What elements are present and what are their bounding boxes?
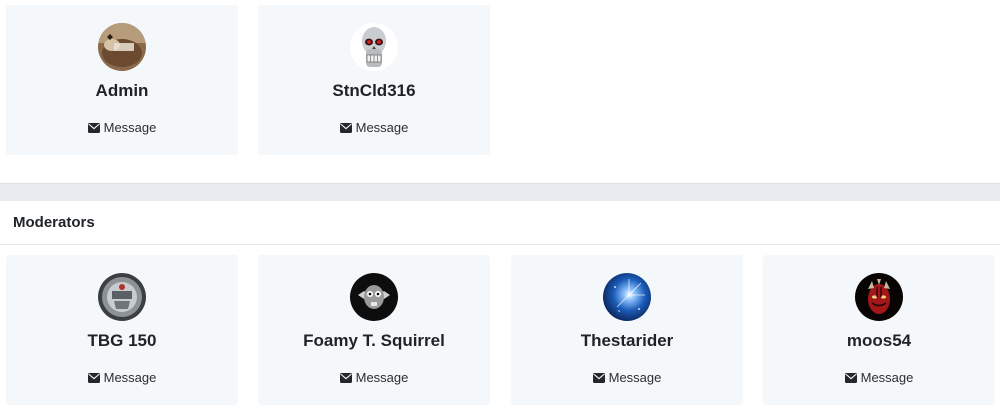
squirrel-avatar-icon bbox=[350, 273, 398, 321]
member-card-moos54: moos54 Message bbox=[763, 255, 995, 405]
member-card-admin: Admin Message bbox=[6, 5, 238, 155]
envelope-icon bbox=[592, 373, 605, 383]
section-divider bbox=[0, 183, 1000, 201]
username[interactable]: TBG 150 bbox=[6, 331, 238, 351]
avatar[interactable] bbox=[855, 273, 903, 321]
message-label: Message bbox=[860, 370, 914, 385]
message-button[interactable]: Message bbox=[511, 370, 743, 385]
avatar[interactable] bbox=[98, 273, 146, 321]
message-button[interactable]: Message bbox=[258, 120, 490, 135]
message-button[interactable]: Message bbox=[6, 120, 238, 135]
username[interactable]: StnCld316 bbox=[258, 81, 490, 101]
section-title: Moderators bbox=[13, 214, 95, 231]
member-card-stncld316: StnCld316 Message bbox=[258, 5, 490, 155]
message-button[interactable]: Message bbox=[6, 370, 238, 385]
envelope-icon bbox=[87, 123, 100, 133]
member-card-tbg150: TBG 150 Message bbox=[6, 255, 238, 405]
skull-avatar-icon bbox=[350, 23, 398, 71]
envelope-icon bbox=[844, 373, 857, 383]
avatar[interactable] bbox=[603, 273, 651, 321]
photo-avatar-icon bbox=[98, 23, 146, 71]
envelope-icon bbox=[339, 123, 352, 133]
moderators-header: Moderators bbox=[0, 201, 1000, 245]
message-label: Message bbox=[355, 370, 409, 385]
envelope-icon bbox=[87, 373, 100, 383]
administrators-section: Admin Message StnCld316 Message bbox=[0, 5, 1000, 155]
username[interactable]: Admin bbox=[6, 81, 238, 101]
moderator-card-row: TBG 150 Message Foamy T. Squirrel Messag… bbox=[0, 255, 1000, 405]
moderators-section: TBG 150 Message Foamy T. Squirrel Messag… bbox=[0, 255, 1000, 405]
username[interactable]: Thestarider bbox=[511, 331, 743, 351]
avatar[interactable] bbox=[350, 23, 398, 71]
member-card-thestarider: Thestarider Message bbox=[511, 255, 743, 405]
member-card-foamy: Foamy T. Squirrel Message bbox=[258, 255, 490, 405]
username[interactable]: moos54 bbox=[763, 331, 995, 351]
envelope-icon bbox=[339, 373, 352, 383]
message-button[interactable]: Message bbox=[763, 370, 995, 385]
red-face-avatar-icon bbox=[855, 273, 903, 321]
message-label: Message bbox=[103, 370, 157, 385]
admin-card-row: Admin Message StnCld316 Message bbox=[0, 5, 1000, 155]
avatar[interactable] bbox=[350, 273, 398, 321]
starburst-avatar-icon bbox=[603, 273, 651, 321]
avatar[interactable] bbox=[98, 23, 146, 71]
emblem-avatar-icon bbox=[98, 273, 146, 321]
message-label: Message bbox=[608, 370, 662, 385]
message-label: Message bbox=[103, 120, 157, 135]
message-button[interactable]: Message bbox=[258, 370, 490, 385]
message-label: Message bbox=[355, 120, 409, 135]
username[interactable]: Foamy T. Squirrel bbox=[258, 331, 490, 351]
